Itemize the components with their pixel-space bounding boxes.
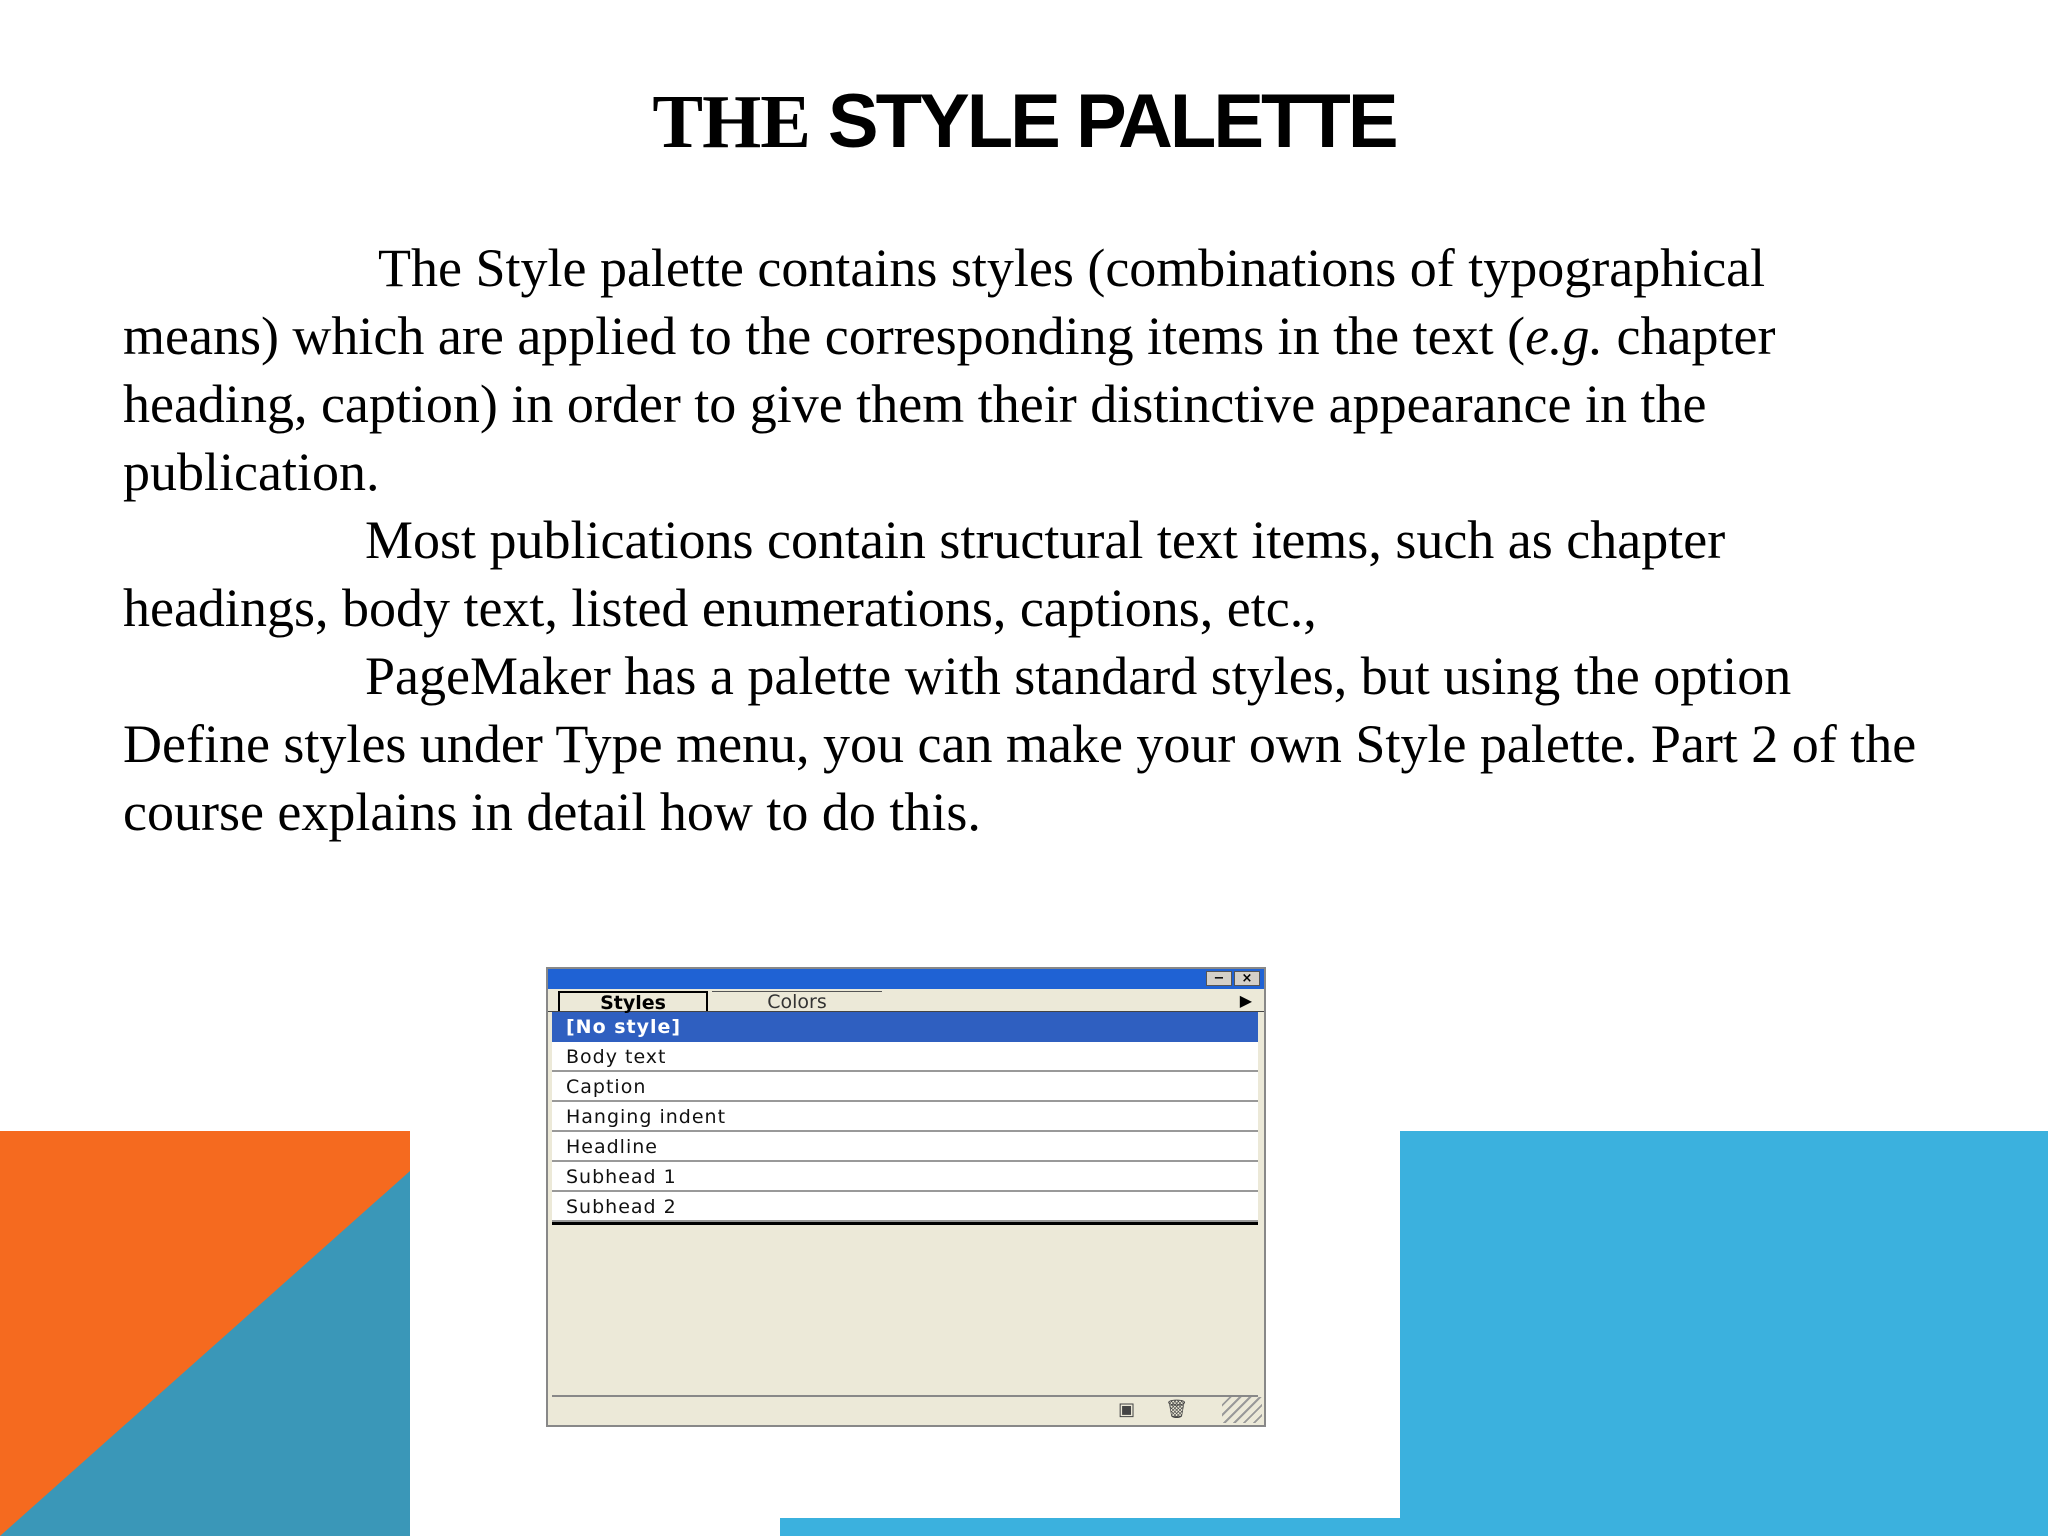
style-item-subhead-1[interactable]: Subhead 1 <box>552 1162 1258 1192</box>
list-divider <box>552 1222 1258 1225</box>
palette-tabs: Styles Colors ▶ <box>548 989 1264 1013</box>
decor-blue-block <box>1400 1131 2048 1536</box>
paragraph-2: Most publications contain structural tex… <box>123 510 1726 638</box>
slide-title-part1: THE <box>652 80 828 164</box>
new-style-icon[interactable]: ▣ <box>1118 1399 1135 1420</box>
style-item-caption[interactable]: Caption <box>552 1072 1258 1102</box>
paragraph-1: The Style palette contains styles (combi… <box>123 238 1776 502</box>
slide-title-part2: STYLE PALETTE <box>827 79 1399 164</box>
trash-icon[interactable]: 🗑 <box>1165 1399 1188 1420</box>
palette-titlebar[interactable]: − × <box>548 969 1264 989</box>
style-item-subhead-2[interactable]: Subhead 2 <box>552 1192 1258 1222</box>
slide-title: THE STYLE PALETTE <box>0 78 2048 166</box>
paragraph-3: PageMaker has a palette with standard st… <box>123 646 1917 842</box>
slide-body: The Style palette contains styles (combi… <box>123 234 1923 846</box>
resize-grip-icon[interactable] <box>1222 1397 1262 1423</box>
style-list: [No style] Body text Caption Hanging ind… <box>552 1012 1258 1222</box>
palette-menu-arrow-icon[interactable]: ▶ <box>1240 991 1252 1010</box>
style-item-headline[interactable]: Headline <box>552 1132 1258 1162</box>
style-item-body-text[interactable]: Body text <box>552 1042 1258 1072</box>
style-item-hanging-indent[interactable]: Hanging indent <box>552 1102 1258 1132</box>
tab-styles[interactable]: Styles <box>558 991 708 1013</box>
minimize-icon[interactable]: − <box>1206 971 1232 986</box>
close-icon[interactable]: × <box>1234 971 1260 986</box>
tab-colors[interactable]: Colors <box>712 991 882 1012</box>
style-item-no-style[interactable]: [No style] <box>552 1012 1258 1042</box>
style-palette-window: − × Styles Colors ▶ [No style] Body text… <box>546 967 1266 1427</box>
palette-footer: ▣ 🗑 <box>552 1395 1258 1421</box>
decor-blue-bottom-strip <box>780 1518 2048 1536</box>
